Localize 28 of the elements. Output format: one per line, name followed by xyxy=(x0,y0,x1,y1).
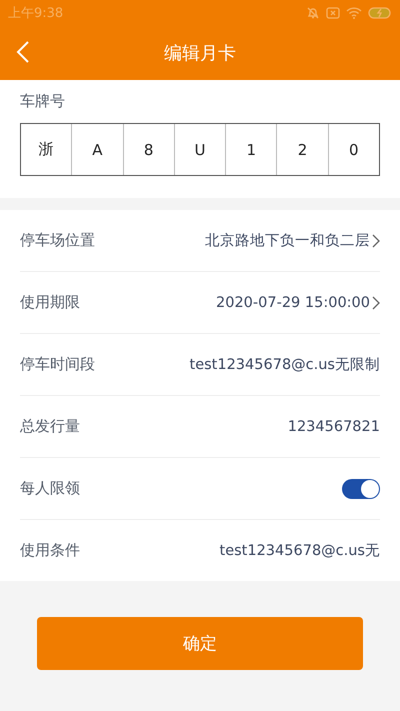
field-value[interactable]: 2020-07-29 15:00:00 xyxy=(216,294,370,310)
field-label: 每人限领 xyxy=(20,479,80,498)
plate-char-box[interactable]: 2 xyxy=(276,124,328,175)
plate-char-box[interactable]: U xyxy=(174,124,226,175)
chevron-right-icon[interactable] xyxy=(372,234,380,248)
field-label: 停车时间段 xyxy=(20,355,95,374)
field-value: test12345678@c.us无 xyxy=(220,542,380,560)
field-value: test12345678@c.us无限制 xyxy=(190,356,380,374)
plate-label: 车牌号 xyxy=(20,92,66,111)
plate-char-box[interactable]: 8 xyxy=(122,124,174,175)
field-value: 1234567821 xyxy=(288,418,380,434)
toggle-switch[interactable] xyxy=(342,478,380,498)
field-value[interactable]: 北京路地下负一和负二层 xyxy=(205,231,370,250)
page-title: 编辑月卡 xyxy=(164,42,236,65)
wifi-icon xyxy=(346,7,362,19)
plate-char-box[interactable]: 0 xyxy=(328,124,379,175)
field-label: 使用条件 xyxy=(20,541,80,560)
status-time: 上午9:38 xyxy=(8,5,64,22)
back-icon[interactable] xyxy=(16,40,30,64)
plate-char-box[interactable]: 浙 xyxy=(21,124,72,175)
chevron-right-icon[interactable] xyxy=(372,296,380,310)
field-label: 使用期限 xyxy=(20,293,80,312)
bell-off-icon xyxy=(306,6,320,20)
field-label: 停车场位置 xyxy=(20,231,95,250)
battery-icon xyxy=(368,7,392,19)
plate-char-box[interactable]: 1 xyxy=(225,124,276,175)
plate-char-box[interactable]: A xyxy=(71,124,123,175)
field-label: 总发行量 xyxy=(20,417,80,436)
